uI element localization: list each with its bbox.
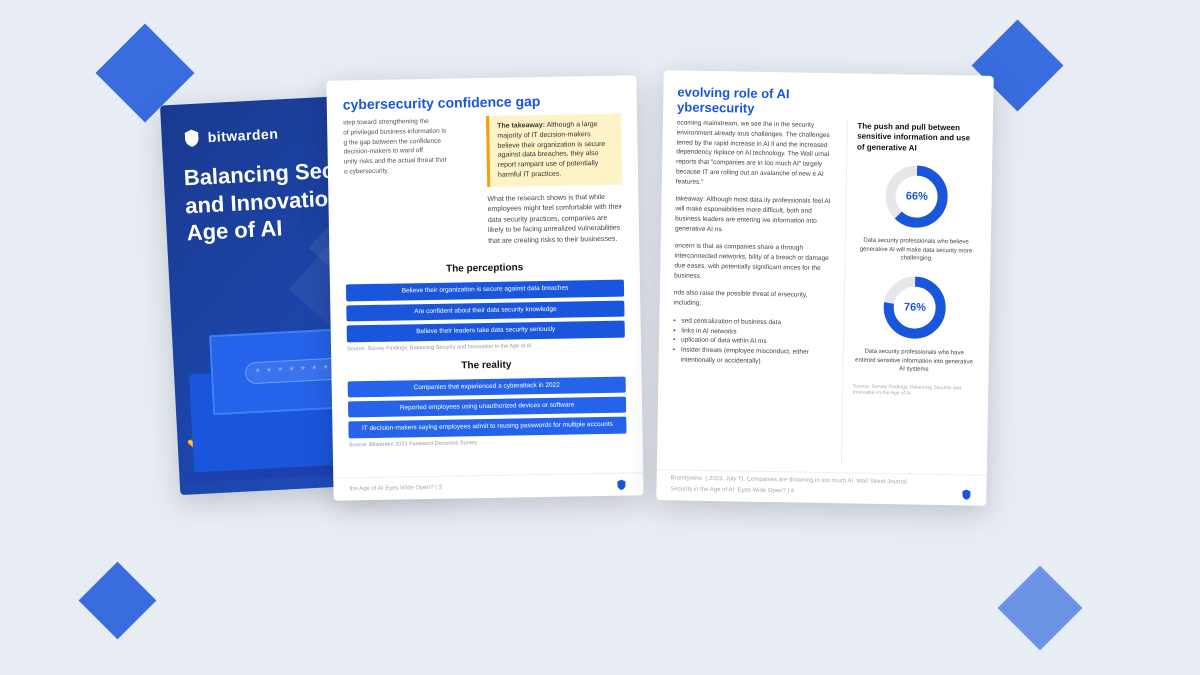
body-text: What the research shows is that while em… (487, 192, 623, 247)
middle-footer-logo (615, 478, 627, 490)
middle-page-content: cybersecurity confidence gap step toward… (326, 75, 643, 500)
middle-footer: the Age of AI Eyes Wide Open? | 3 (333, 472, 643, 500)
front-nds: nds also raise the possible threat of er… (674, 288, 836, 310)
perceptions-title: The perceptions (346, 260, 624, 276)
front-right-col: The push and pull between sensitive info… (840, 121, 978, 465)
front-section-header: evolving role of AI ybersecurity (677, 84, 979, 119)
front-footer: Brandywine. ( 2023, July 7). Companies a… (656, 469, 986, 506)
takeaway-content: The takeaway: Although a large majority … (486, 113, 622, 186)
front-left-col: ocoming mainstream, we see the in the se… (671, 118, 838, 462)
cybersecurity-text: ybersecurity (677, 99, 755, 115)
front-source: Source: Survey Findings: Balancing Secur… (853, 383, 975, 397)
takeaway-title: The takeaway: (497, 121, 545, 129)
donut-label-1: 66% (906, 190, 928, 202)
front-body-1: ocoming mainstream, we see the in the se… (676, 118, 839, 189)
middle-takeaway-box: The takeaway: Although a large majority … (486, 113, 623, 257)
scene: bitwarden Balancing Security and Innovat… (50, 28, 1150, 648)
middle-section-title: cybersecurity confidence gap (343, 91, 621, 112)
right-col-title: The push and pull between sensitive info… (857, 121, 979, 154)
bar-reality-3: IT decision-makers saying employees admi… (348, 417, 626, 438)
bar-perceptions-3: Believe their leaders take data security… (347, 320, 625, 341)
donut-chart-1: 66% (881, 161, 952, 232)
chart-caption-2: Data security professionals who have ent… (854, 347, 974, 374)
middle-page: cybersecurity confidence gap step toward… (326, 75, 643, 500)
front-footer-text: Security in the Age of AI: Eyes Wide Ope… (670, 486, 794, 494)
cover-logo-text: bitwarden (207, 125, 278, 145)
bar-reality-1: Companies that experienced a cyberattack… (348, 376, 626, 397)
bullet-4: Insider threats (employee misconduct, ei… (673, 345, 835, 367)
pages-container: bitwarden Balancing Security and Innovat… (150, 58, 1050, 618)
donut-chart-2: 76% (879, 272, 950, 343)
source-1: Source: Survey Findings: Balancing Secur… (347, 341, 625, 352)
evolving-role-text: evolving role of AI (677, 84, 789, 101)
front-concern: oncern is that as companies share a thro… (674, 241, 836, 283)
chart-caption-1: Data security professionals who believe … (856, 236, 976, 263)
bar-perceptions-2: Are confident about their data security … (346, 300, 624, 321)
diamond-decoration-bottom-left (79, 561, 157, 639)
reality-title: The reality (347, 357, 625, 373)
donut-label-2: 76% (904, 301, 926, 313)
middle-footer-text: the Age of AI Eyes Wide Open? | 3 (349, 484, 441, 492)
front-content: evolving role of AI ybersecurity ocoming… (656, 70, 993, 506)
front-page: evolving role of AI ybersecurity ocoming… (656, 70, 993, 506)
middle-left-text: step toward strengthening theof privileg… (343, 116, 480, 260)
front-two-col: ocoming mainstream, we see the in the se… (671, 118, 979, 465)
bitwarden-logo-icon (181, 127, 202, 148)
front-takeaway: takeaway: Although most data ity profess… (675, 194, 837, 236)
source-2: Source: Bitwarden 2023 Password Decision… (349, 437, 627, 448)
front-footer-logo (960, 488, 972, 500)
bar-perceptions-1: Believe their organization is secure aga… (346, 279, 624, 300)
bar-reality-2: Reported employees using unauthorized de… (348, 396, 626, 417)
